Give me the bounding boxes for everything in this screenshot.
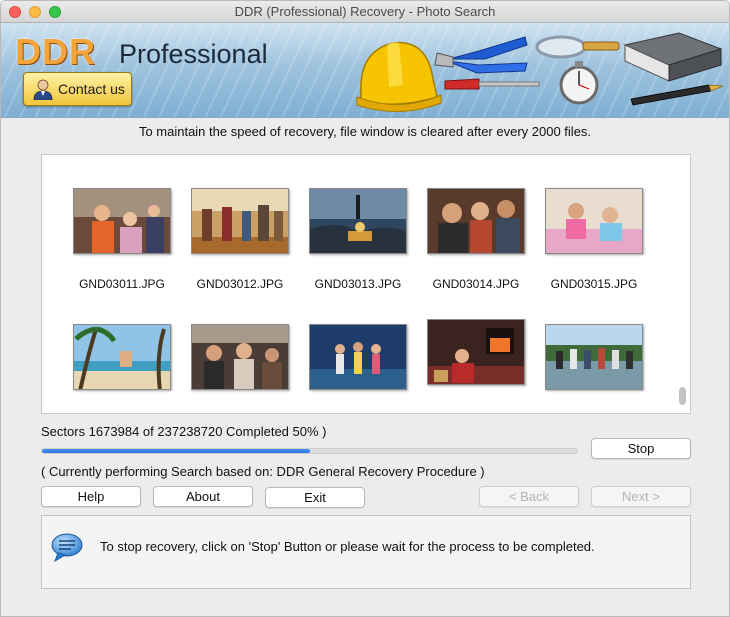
file-thumbnail[interactable] bbox=[545, 188, 643, 254]
photo-image bbox=[192, 325, 288, 389]
file-thumbnail[interactable] bbox=[545, 324, 643, 390]
file-name-label: GND03012.JPG bbox=[196, 277, 284, 291]
contact-us-button[interactable]: Contact us bbox=[23, 72, 132, 106]
recovered-files-panel[interactable]: GND03011.JPG GND03012.JPG GND03013.JPG G… bbox=[41, 154, 691, 414]
stop-instruction-text: To stop recovery, click on 'Stop' Button… bbox=[100, 539, 595, 554]
title-bar: DDR (Professional) Recovery - Photo Sear… bbox=[1, 1, 729, 23]
file-thumbnail[interactable] bbox=[427, 188, 525, 254]
person-icon bbox=[33, 79, 53, 100]
about-button[interactable]: About bbox=[153, 486, 253, 507]
sectors-progress-text: Sectors 1673984 of 237238720 Completed 5… bbox=[41, 424, 327, 439]
close-window-button[interactable] bbox=[9, 6, 21, 18]
book-icon bbox=[623, 32, 723, 82]
recovery-progress-fill bbox=[42, 449, 310, 453]
window-title: DDR (Professional) Recovery - Photo Sear… bbox=[234, 4, 496, 19]
file-name-label: GND03011.JPG bbox=[79, 277, 165, 291]
file-thumbnail[interactable] bbox=[191, 324, 289, 390]
minimize-window-button[interactable] bbox=[29, 6, 41, 18]
help-button[interactable]: Help bbox=[41, 486, 141, 507]
stopwatch-icon bbox=[559, 61, 599, 105]
logo-professional-text: Professional bbox=[119, 39, 268, 69]
file-name-label: GND03014.JPG bbox=[432, 277, 520, 291]
exit-button[interactable]: Exit bbox=[265, 487, 365, 508]
photo-image bbox=[546, 189, 642, 253]
photo-image bbox=[428, 320, 524, 384]
photo-image bbox=[310, 189, 406, 253]
next-button[interactable]: Next > bbox=[591, 486, 691, 507]
pen-icon bbox=[630, 84, 724, 106]
photo-image bbox=[310, 325, 406, 389]
photo-image bbox=[428, 189, 524, 253]
logo-ddr-text: DDR bbox=[15, 31, 96, 72]
screwdriver-icon bbox=[444, 78, 540, 90]
file-thumbnail[interactable] bbox=[191, 188, 289, 254]
hard-hat-icon bbox=[356, 41, 442, 112]
info-message: To maintain the speed of recovery, file … bbox=[138, 124, 592, 139]
speech-bubble-icon bbox=[51, 533, 83, 562]
recovery-tools-illustration bbox=[356, 32, 724, 112]
photo-image bbox=[74, 325, 170, 389]
magnifier-icon bbox=[535, 35, 620, 59]
file-thumbnail[interactable] bbox=[309, 324, 407, 390]
photo-image bbox=[546, 325, 642, 389]
file-thumbnail[interactable] bbox=[73, 188, 171, 254]
message-panel: To stop recovery, click on 'Stop' Button… bbox=[41, 515, 691, 589]
file-thumbnail[interactable] bbox=[309, 188, 407, 254]
file-name-label: GND03015.JPG bbox=[550, 277, 638, 291]
app-window: DDR (Professional) Recovery - Photo Sear… bbox=[0, 0, 730, 617]
header-banner: DDR Professional Contact us bbox=[1, 23, 729, 118]
recovery-progress-bar bbox=[41, 448, 578, 454]
photo-image bbox=[74, 189, 170, 253]
contact-us-label: Contact us bbox=[58, 81, 125, 97]
pliers-icon bbox=[434, 36, 528, 74]
photo-image bbox=[192, 189, 288, 253]
procedure-status-text: ( Currently performing Search based on: … bbox=[41, 464, 485, 479]
file-name-label: GND03013.JPG bbox=[314, 277, 402, 291]
zoom-window-button[interactable] bbox=[49, 6, 61, 18]
back-button[interactable]: < Back bbox=[479, 486, 579, 507]
file-thumbnail[interactable] bbox=[73, 324, 171, 390]
stop-button[interactable]: Stop bbox=[591, 438, 691, 459]
file-thumbnail[interactable] bbox=[427, 319, 525, 385]
file-panel-scrollbar[interactable] bbox=[679, 387, 686, 405]
